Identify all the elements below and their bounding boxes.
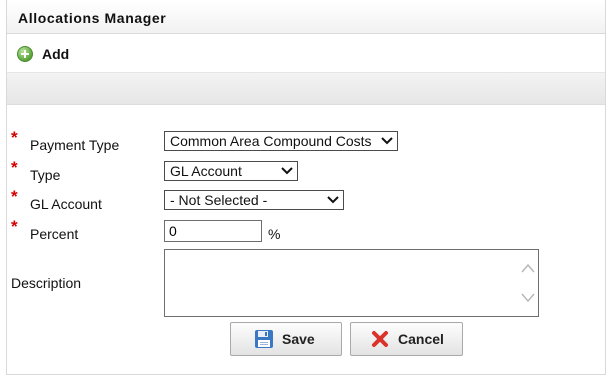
gl-account-label: GL Account bbox=[30, 196, 102, 212]
description-label: Description bbox=[11, 275, 82, 291]
chevron-down-icon bbox=[381, 137, 393, 145]
percent-unit: % bbox=[268, 226, 281, 242]
percent-input[interactable] bbox=[164, 220, 262, 242]
title-bar: Allocations Manager bbox=[7, 0, 605, 34]
save-button[interactable]: Save bbox=[230, 322, 342, 356]
type-label: Type bbox=[30, 167, 61, 183]
add-label: Add bbox=[42, 46, 70, 62]
required-marker: * bbox=[11, 187, 18, 206]
payment-type-value: Common Area Compound Costs bbox=[170, 133, 372, 149]
percent-label: Percent bbox=[30, 226, 79, 242]
scroll-up-icon[interactable] bbox=[521, 262, 535, 276]
required-marker: * bbox=[11, 158, 18, 177]
chevron-down-icon bbox=[327, 196, 339, 204]
allocations-manager-panel: Allocations Manager Add * Payment Type C… bbox=[6, 0, 606, 375]
description-textarea[interactable] bbox=[164, 249, 539, 317]
required-marker: * bbox=[11, 128, 18, 147]
type-value: GL Account bbox=[170, 163, 242, 179]
gl-account-select[interactable]: - Not Selected - bbox=[164, 190, 344, 210]
cancel-label: Cancel bbox=[398, 331, 444, 347]
required-marker: * bbox=[11, 217, 18, 236]
cancel-button[interactable]: Cancel bbox=[350, 322, 463, 356]
floppy-disk-icon bbox=[255, 330, 273, 348]
gl-account-value: - Not Selected - bbox=[170, 192, 268, 208]
chevron-down-icon bbox=[281, 167, 293, 175]
save-label: Save bbox=[282, 331, 315, 347]
toolbar: Add bbox=[7, 34, 605, 73]
payment-type-label: Payment Type bbox=[30, 137, 120, 153]
scroll-down-icon[interactable] bbox=[521, 290, 535, 304]
window-title: Allocations Manager bbox=[18, 10, 167, 26]
red-x-icon bbox=[372, 331, 388, 347]
plus-circle-icon bbox=[17, 46, 33, 62]
payment-type-select[interactable]: Common Area Compound Costs bbox=[164, 131, 398, 151]
section-header-strip bbox=[7, 73, 605, 105]
add-button[interactable]: Add bbox=[17, 44, 69, 64]
type-select[interactable]: GL Account bbox=[164, 161, 298, 181]
